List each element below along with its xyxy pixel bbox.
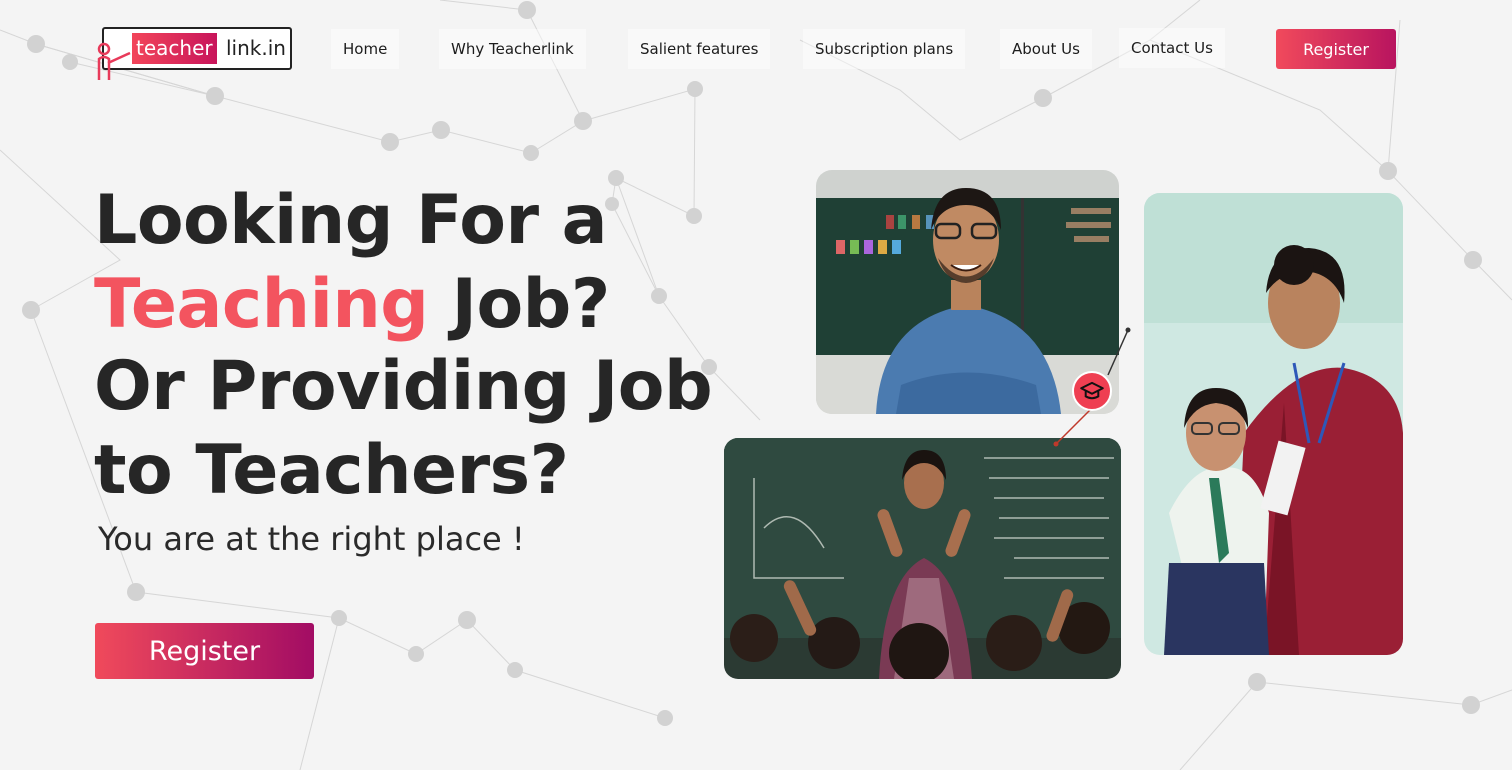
hero-accent-word: Teaching [94, 265, 429, 344]
hero-title-line-2-rest: Job? [428, 265, 611, 344]
hero-title-line-2: Teaching Job? [94, 265, 610, 345]
photo-teacher-with-student [1144, 193, 1403, 655]
nav-about-us[interactable]: About Us [1000, 29, 1092, 69]
teacher-figure-icon [97, 42, 131, 80]
teacherlink-logo[interactable]: teacher link.in [96, 27, 292, 81]
hero-title-line-4: to Teachers? [94, 431, 569, 510]
hero-title-line-3: Or Providing Job [94, 347, 713, 426]
nav-subscription-plans[interactable]: Subscription plans [803, 29, 966, 69]
nav-salient-features[interactable]: Salient features [628, 29, 771, 69]
graduation-cap-icon [1072, 371, 1112, 411]
nav-contact-us[interactable]: Contact Us [1119, 28, 1225, 68]
logo-text-teacher: teacher [132, 33, 217, 64]
nav-why-teacherlink[interactable]: Why Teacherlink [439, 29, 586, 69]
hero-register-button[interactable]: Register [95, 623, 314, 679]
nav-home[interactable]: Home [331, 29, 400, 69]
logo-text-link: link.in [226, 36, 286, 60]
photo-classroom-teacher [724, 438, 1121, 679]
hero-subtitle: You are at the right place ! [98, 520, 525, 558]
hero-title-line-1: Looking For a [94, 181, 608, 260]
header-register-button[interactable]: Register [1276, 29, 1396, 69]
